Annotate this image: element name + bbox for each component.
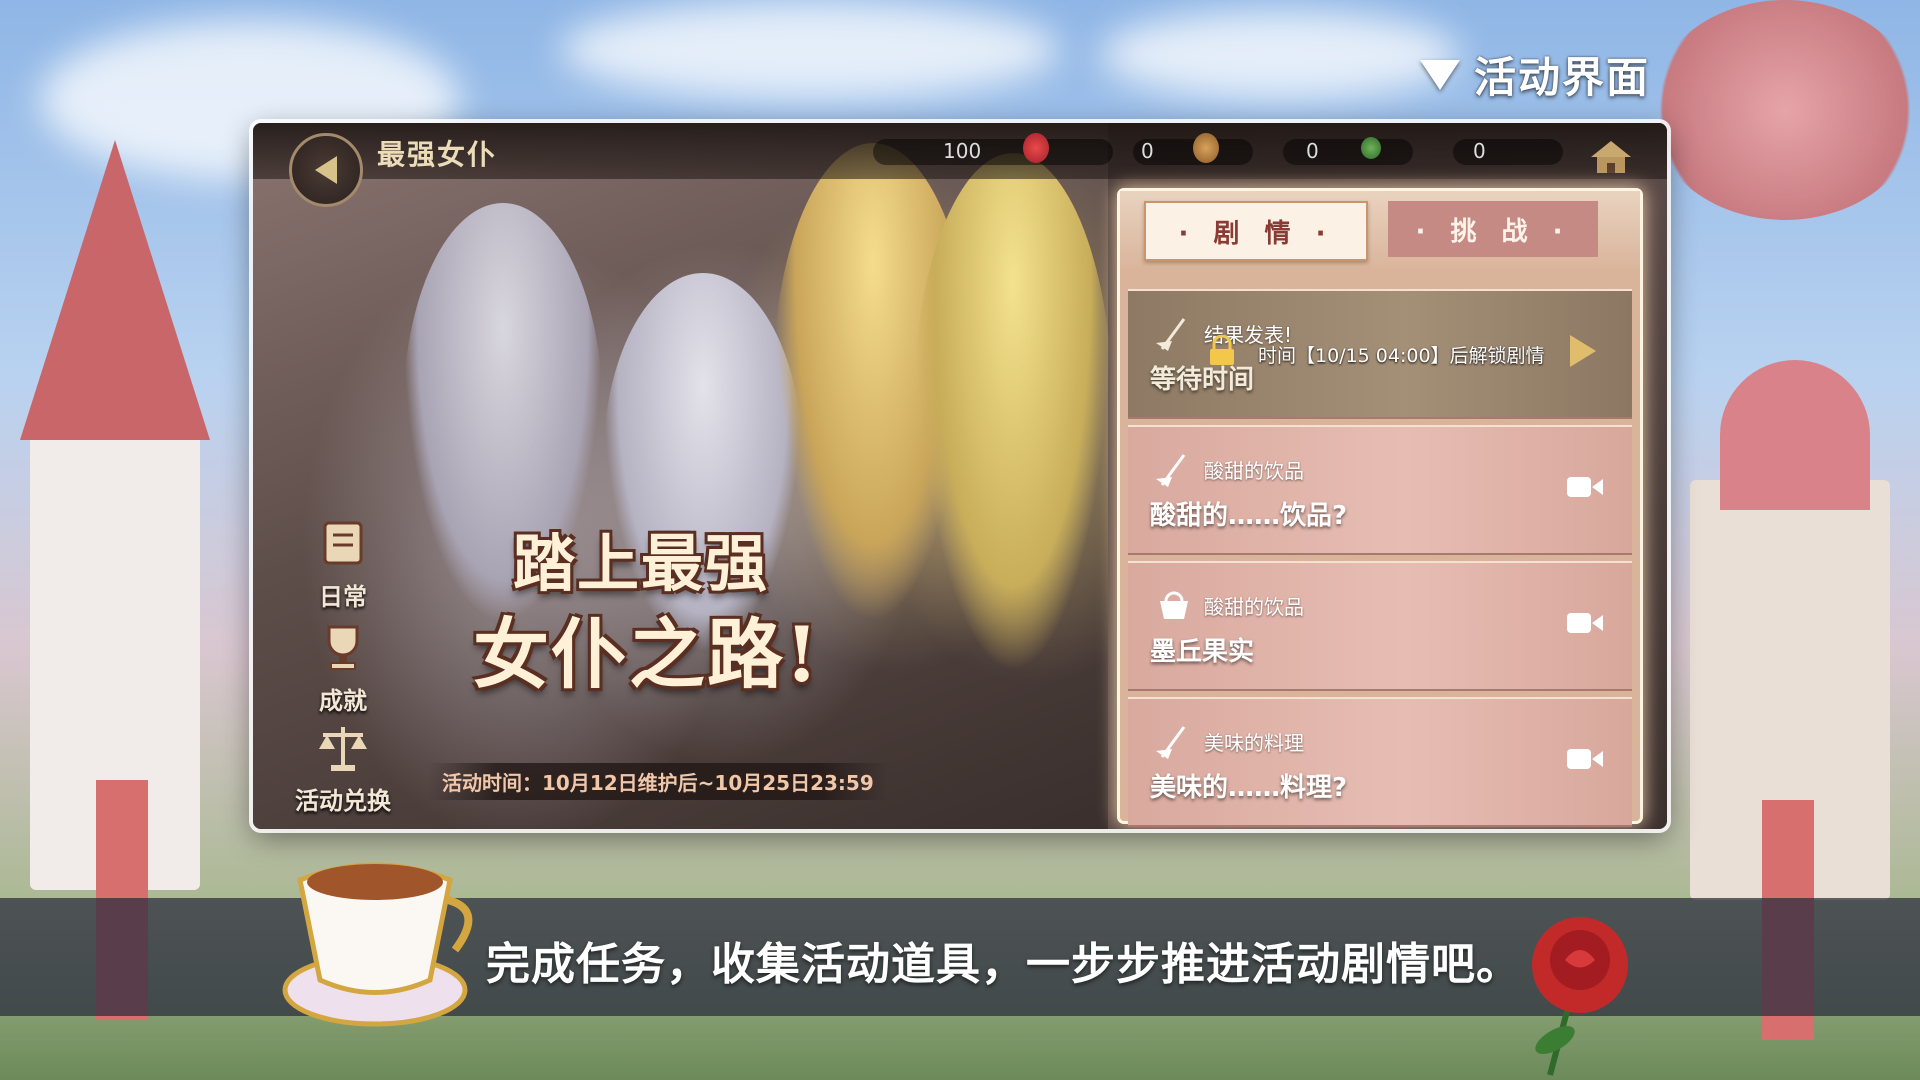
- side-menu-exchange[interactable]: 活动兑换: [283, 715, 403, 816]
- background-castle-roof-left: [20, 140, 210, 440]
- side-menu-achievement[interactable]: 成就: [283, 615, 403, 716]
- broom-icon: [1156, 726, 1186, 759]
- story-item[interactable]: 美味的料理 美味的……料理?: [1128, 697, 1632, 827]
- page-header: 活动界面: [1419, 44, 1650, 105]
- game-panel: 最强女仆 100 0 0 0 日常 成就 活动兑换 踏上最强 女仆之路! 活动时…: [253, 123, 1667, 829]
- background-blossom-tree: [1650, 0, 1920, 220]
- event-logo: 踏上最强 女仆之路!: [473, 493, 893, 773]
- broom-icon: [1156, 318, 1186, 351]
- story-item-locked[interactable]: 结果发表! 时间【10/15 04:00】后解锁剧情 等待时间: [1128, 289, 1632, 419]
- basket-icon: [1160, 591, 1188, 619]
- resource-bar: [873, 139, 1113, 165]
- unlock-time-message: 时间【10/15 04:00】后解锁剧情: [1258, 345, 1545, 367]
- back-arrow-icon: [315, 156, 337, 184]
- resource-leaf-count: 0: [1473, 139, 1486, 163]
- page-title: 活动界面: [1473, 53, 1650, 102]
- story-item[interactable]: 酸甜的饮品 墨丘果实: [1128, 561, 1632, 691]
- story-item-title: 墨丘果实: [1150, 637, 1255, 667]
- story-item-title: 美味的……料理?: [1150, 773, 1348, 803]
- story-panel: · 剧 情 · · 挑 战 · 结果发表! 时间【10/15 04:00】后解锁…: [1120, 191, 1640, 827]
- tab-bar: · 剧 情 · · 挑 战 ·: [1120, 191, 1640, 271]
- story-item-subtitle: 美味的料理: [1204, 731, 1304, 755]
- video-camera-icon[interactable]: [1566, 473, 1604, 501]
- story-item-title: 酸甜的……饮品?: [1150, 501, 1348, 531]
- scroll-icon: [311, 511, 375, 575]
- resource-egg-count: 0: [1306, 139, 1319, 163]
- tab-challenge[interactable]: · 挑 战 ·: [1388, 201, 1598, 257]
- maid-character-blonde-2: [913, 153, 1113, 673]
- teacup-icon: [282, 862, 473, 1027]
- event-period: 活动时间：10月12日维护后~10月25日23:59: [428, 763, 888, 800]
- home-button[interactable]: [1583, 131, 1639, 175]
- egg-icon: [1193, 133, 1219, 163]
- caption-text: 完成任务，收集活动道具，一步步推进活动剧情吧。: [486, 939, 1521, 990]
- trophy-icon: [311, 615, 375, 679]
- resource-bar: [1453, 139, 1563, 165]
- resource-bar: [1283, 139, 1413, 165]
- video-camera-icon[interactable]: [1566, 745, 1604, 773]
- background-cloud: [560, 0, 1060, 100]
- event-logo-line-2: 女仆之路!: [473, 610, 821, 699]
- resource-strawberry-count: 100: [943, 139, 982, 163]
- play-arrow-icon: [1570, 335, 1596, 367]
- side-menu-daily-label: 日常: [319, 583, 367, 611]
- side-menu-achievement-label: 成就: [319, 687, 367, 715]
- side-menu-exchange-label: 活动兑换: [295, 787, 391, 815]
- leaf-icon: [1361, 137, 1381, 159]
- story-item-subtitle: 酸甜的饮品: [1204, 595, 1304, 619]
- video-camera-icon[interactable]: [1566, 609, 1604, 637]
- background-castle-dome-right: [1720, 360, 1870, 510]
- story-item-subtitle: 酸甜的饮品: [1204, 459, 1304, 483]
- event-logo-line-1: 踏上最强: [513, 527, 770, 600]
- tab-story[interactable]: · 剧 情 ·: [1144, 201, 1368, 261]
- rose-icon: [1532, 917, 1628, 1076]
- background-cloud: [1100, 10, 1460, 100]
- triangle-down-icon: [1419, 59, 1460, 90]
- resource-coin-count: 0: [1141, 139, 1154, 163]
- scales-icon: [311, 715, 375, 779]
- home-icon: [1591, 141, 1631, 173]
- story-item-title: 等待时间: [1150, 365, 1255, 395]
- story-item[interactable]: 酸甜的饮品 酸甜的……饮品?: [1128, 425, 1632, 555]
- side-menu-daily[interactable]: 日常: [283, 511, 403, 612]
- broom-icon: [1156, 454, 1186, 487]
- strawberry-icon: [1023, 133, 1049, 163]
- event-name: 最强女仆: [377, 138, 498, 171]
- back-button[interactable]: [289, 133, 363, 207]
